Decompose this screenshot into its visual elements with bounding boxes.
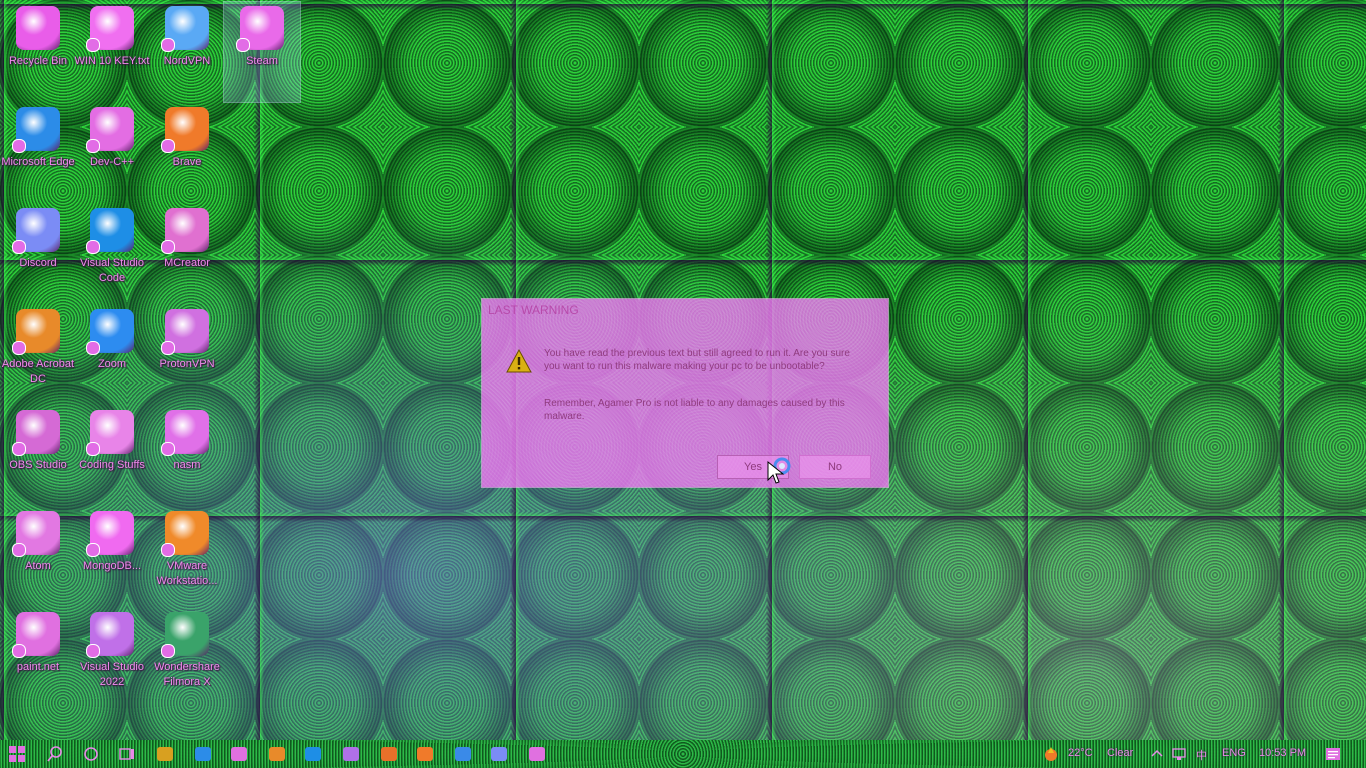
weather-icon[interactable]	[1042, 745, 1060, 763]
mouse-cursor-icon	[767, 460, 785, 484]
desktop-icon-label: MCreator	[164, 257, 210, 269]
taskbar-visual-studio-icon[interactable]	[342, 745, 360, 763]
taskbar-edge-icon[interactable]	[194, 745, 212, 763]
desktop-icon-label: Steam	[246, 55, 278, 67]
taskbar-chrome-icon[interactable]	[268, 745, 286, 763]
desktop-icon-text-file[interactable]: WIN 10 KEY.txt	[74, 2, 150, 102]
desktop-icon-label: ProtonVPN	[159, 358, 215, 370]
desktop-icon-label: Coding Stuffs	[79, 459, 145, 471]
shortcut-arrow-icon	[161, 341, 175, 355]
desktop-icon-obs[interactable]: OBS Studio	[0, 406, 76, 506]
taskbar-firefox-icon[interactable]	[416, 745, 434, 763]
desktop-icon-label: OBS Studio	[9, 459, 67, 471]
shortcut-arrow-icon	[86, 543, 100, 557]
shortcut-arrow-icon	[161, 543, 175, 557]
taskbar-discord-icon[interactable]	[490, 745, 508, 763]
taskbar-chrome2-icon[interactable]	[454, 745, 472, 763]
taskbar-store-icon[interactable]	[230, 745, 248, 763]
dialog-message: You have read the previous text but stil…	[544, 348, 850, 372]
desktop-icon-vscode[interactable]: Visual Studio Code	[74, 204, 150, 304]
desktop-icon-discord[interactable]: Discord	[0, 204, 76, 304]
desktop-icon-label: Wondershare Filmora X	[154, 661, 220, 688]
desktop-icon-visual-studio[interactable]: Visual Studio 2022	[74, 608, 150, 708]
taskbar-cortana-icon[interactable]	[82, 745, 100, 763]
desktop-icon-label: Brave	[172, 156, 202, 168]
shortcut-arrow-icon	[161, 644, 175, 658]
taskbar-search-icon[interactable]	[46, 745, 64, 763]
taskbar-start-icon[interactable]	[8, 745, 26, 763]
desktop-icon-recycle-bin[interactable]: Recycle Bin	[0, 2, 76, 102]
desktop-icon-label: paint.net	[16, 661, 60, 673]
desktop-icon-label: VMware Workstatio...	[156, 560, 218, 587]
desktop-icon-edge[interactable]: Microsoft Edge	[0, 103, 76, 203]
desktop-icon-label: Recycle Bin	[8, 55, 68, 67]
desktop-icon-label: Zoom	[97, 358, 127, 370]
desktop-icon-vmware[interactable]: VMware Workstatio...	[149, 507, 225, 607]
notification-center-icon[interactable]	[1324, 745, 1342, 763]
chevron-up-icon[interactable]	[1148, 745, 1166, 763]
desktop-icon-steam[interactable]: Steam	[223, 1, 301, 103]
shortcut-arrow-icon	[12, 240, 26, 254]
desktop-icon-label: NordVPN	[163, 55, 211, 67]
clock-time[interactable]: 10:53 PM	[1259, 747, 1306, 759]
ime-indicator[interactable]: 中	[1196, 747, 1207, 763]
desktop-icon-label: Microsoft Edge	[1, 156, 75, 168]
shortcut-arrow-icon	[86, 139, 100, 153]
desktop-icon-label: nasm	[173, 459, 201, 471]
desktop-icon-nasm[interactable]: nasm	[149, 406, 225, 506]
taskbar-vscode-icon[interactable]	[304, 745, 322, 763]
taskbar-explorer-icon[interactable]	[156, 745, 174, 763]
shortcut-arrow-icon	[86, 38, 100, 52]
taskbar-camera-icon[interactable]	[528, 745, 546, 763]
desktop-icon-paintnet[interactable]: paint.net	[0, 608, 76, 708]
desktop-icon-label: WIN 10 KEY.txt	[74, 55, 150, 67]
taskbar: 22°C Clear 中 ENG 10:53 PM	[0, 740, 1366, 768]
desktop-icon-brave[interactable]: Brave	[149, 103, 225, 203]
desktop-icon-nordvpn[interactable]: NordVPN	[149, 2, 225, 102]
shortcut-arrow-icon	[86, 644, 100, 658]
desktop-icon-zoom[interactable]: Zoom	[74, 305, 150, 405]
desktop-icon-label: Visual Studio Code	[79, 257, 144, 284]
desktop-icon-mcreator[interactable]: MCreator	[149, 204, 225, 304]
desktop-icon-atom[interactable]: Atom	[0, 507, 76, 607]
desktop-icon-filmora[interactable]: Wondershare Filmora X	[149, 608, 225, 708]
shortcut-arrow-icon	[236, 38, 250, 52]
desktop-icon-folder[interactable]: Coding Stuffs	[74, 406, 150, 506]
desktop-icon-label: Dev-C++	[89, 156, 135, 168]
shortcut-arrow-icon	[12, 644, 26, 658]
shortcut-arrow-icon	[86, 341, 100, 355]
taskbar-task-view-icon[interactable]	[118, 745, 136, 763]
weather-temperature[interactable]: 22°C	[1068, 747, 1093, 759]
taskbar-office-icon[interactable]	[380, 745, 398, 763]
network-icon[interactable]	[1170, 745, 1188, 763]
desktop-icon-label: Atom	[25, 560, 51, 572]
desktop-icon-devcpp[interactable]: Dev-C++	[74, 103, 150, 203]
shortcut-arrow-icon	[161, 442, 175, 456]
shortcut-arrow-icon	[161, 240, 175, 254]
desktop-icon-protonvpn[interactable]: ProtonVPN	[149, 305, 225, 405]
shortcut-arrow-icon	[12, 442, 26, 456]
desktop-icon-label: Discord	[19, 257, 57, 269]
shortcut-arrow-icon	[161, 38, 175, 52]
shortcut-arrow-icon	[12, 139, 26, 153]
dialog-disclaimer: Remember, Agamer Pro is not liable to an…	[544, 398, 845, 422]
shortcut-arrow-icon	[12, 341, 26, 355]
desktop-icon-acrobat[interactable]: Adobe Acrobat DC	[0, 305, 76, 405]
dialog-body: You have read the previous text but stil…	[482, 329, 888, 439]
shortcut-arrow-icon	[86, 442, 100, 456]
dialog-title: LAST WARNING	[488, 303, 579, 317]
no-button[interactable]: No	[799, 455, 871, 479]
desktop-icon-label: Visual Studio 2022	[79, 661, 144, 688]
desktop-icon-label: MongoDB...	[82, 560, 142, 572]
language-indicator[interactable]: ENG	[1222, 747, 1246, 759]
desktop-background: Recycle Bin WIN 10 KEY.txt NordVPN Steam Mic…	[0, 0, 1366, 768]
shortcut-arrow-icon	[86, 240, 100, 254]
shortcut-arrow-icon	[12, 543, 26, 557]
warning-icon	[506, 349, 532, 373]
desktop-icon-label: Adobe Acrobat DC	[1, 358, 75, 385]
recycle-bin-icon	[16, 6, 60, 50]
shortcut-arrow-icon	[161, 139, 175, 153]
desktop-icon-mongodb[interactable]: MongoDB...	[74, 507, 150, 607]
weather-condition[interactable]: Clear	[1107, 747, 1133, 759]
